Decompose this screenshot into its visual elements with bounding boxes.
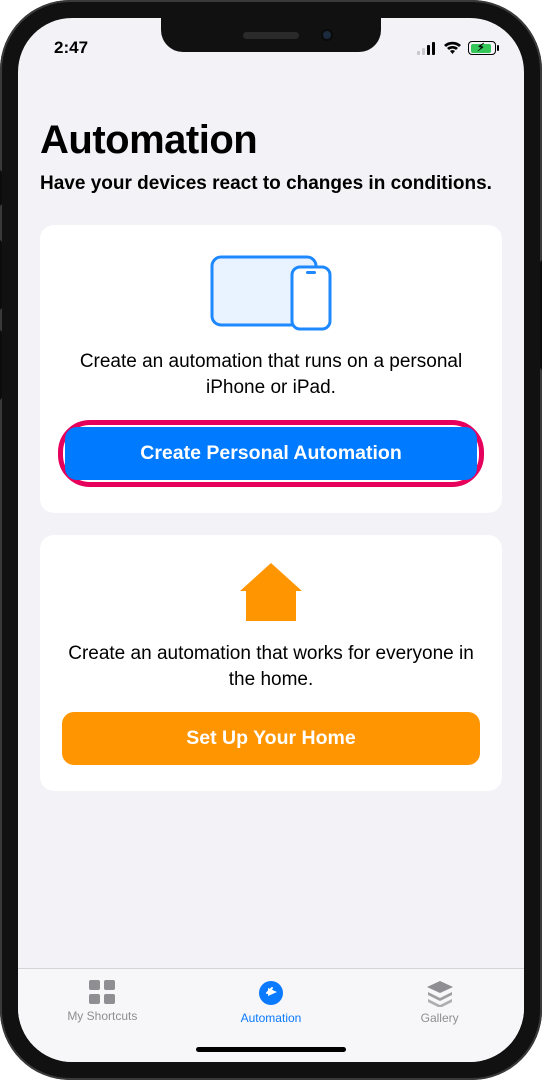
volume-down-button [0,330,2,400]
cellular-icon [417,42,437,55]
page-subtitle: Have your devices react to changes in co… [40,171,502,197]
status-icons: ⚡︎ [417,41,496,55]
grid-icon [87,979,117,1005]
home-indicator[interactable] [196,1047,346,1052]
wifi-icon [443,41,462,55]
battery-icon: ⚡︎ [468,41,496,55]
devices-icon [206,251,336,331]
status-time: 2:47 [54,38,88,58]
phone-frame: 2:47 ⚡︎ Automatio [0,0,542,1080]
automation-clock-icon [256,979,286,1007]
volume-up-button [0,240,2,310]
charging-bolt-icon: ⚡︎ [477,41,485,54]
speaker-grille [243,32,299,39]
create-personal-automation-button[interactable]: Create Personal Automation [65,427,477,480]
highlight-annotation: Create Personal Automation [58,420,484,487]
gallery-stack-icon [425,979,455,1007]
tab-gallery[interactable]: Gallery [380,979,500,1025]
home-automation-card: Create an automation that works for ever… [40,535,502,791]
tab-label: Automation [241,1011,302,1025]
screen: 2:47 ⚡︎ Automatio [18,18,524,1062]
personal-card-text: Create an automation that runs on a pers… [62,349,480,402]
tab-my-shortcuts[interactable]: My Shortcuts [42,979,162,1023]
home-icon [236,561,306,623]
notch [161,18,381,52]
personal-automation-card: Create an automation that runs on a pers… [40,225,502,513]
main-content: Automation Have your devices react to ch… [18,70,524,968]
tab-label: My Shortcuts [67,1009,137,1023]
mute-switch [0,170,2,206]
tab-bar: My Shortcuts Automation Gallery [18,968,524,1062]
front-camera [321,29,333,41]
page-title: Automation [40,118,502,163]
set-up-home-button[interactable]: Set Up Your Home [62,712,480,765]
tab-automation[interactable]: Automation [211,979,331,1025]
home-card-text: Create an automation that works for ever… [62,641,480,694]
tab-label: Gallery [421,1011,459,1025]
